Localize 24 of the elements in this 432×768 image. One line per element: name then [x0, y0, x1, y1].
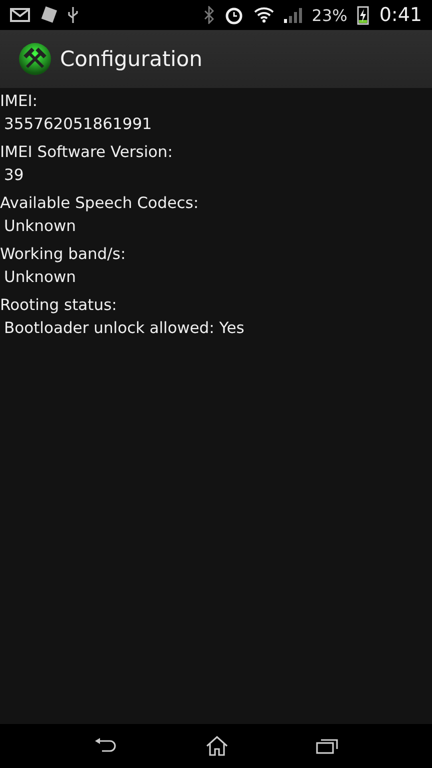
- field-label: Working band/s:: [0, 244, 127, 265]
- alarm-clock-icon: [224, 5, 244, 25]
- recent-apps-icon: [316, 737, 338, 755]
- field-value: 355762051861991: [3, 114, 153, 135]
- crossed-hammers-icon: [18, 42, 52, 76]
- home-icon: [206, 736, 228, 756]
- field-label: Rooting status:: [0, 295, 118, 316]
- battery-percent: 23%: [312, 6, 348, 24]
- field-value: Unknown: [3, 216, 77, 237]
- signal-icon: [284, 7, 302, 23]
- usb-icon: [68, 6, 78, 24]
- field-value: Unknown: [3, 267, 77, 288]
- battery-charging-icon: [357, 5, 370, 25]
- field-value: 39: [3, 165, 25, 186]
- field-value: Bootloader unlock allowed: Yes: [3, 318, 246, 339]
- field-label: Available Speech Codecs:: [0, 193, 200, 214]
- mail-icon: [10, 8, 30, 22]
- wifi-icon: [254, 7, 274, 23]
- field-label: IMEI Software Version:: [0, 142, 174, 163]
- screen-title: Configuration: [60, 47, 202, 71]
- back-arrow-icon: [94, 737, 118, 755]
- field-label: IMEI:: [0, 91, 39, 112]
- clock-time: 0:41: [379, 4, 422, 26]
- bluetooth-icon: [204, 6, 214, 24]
